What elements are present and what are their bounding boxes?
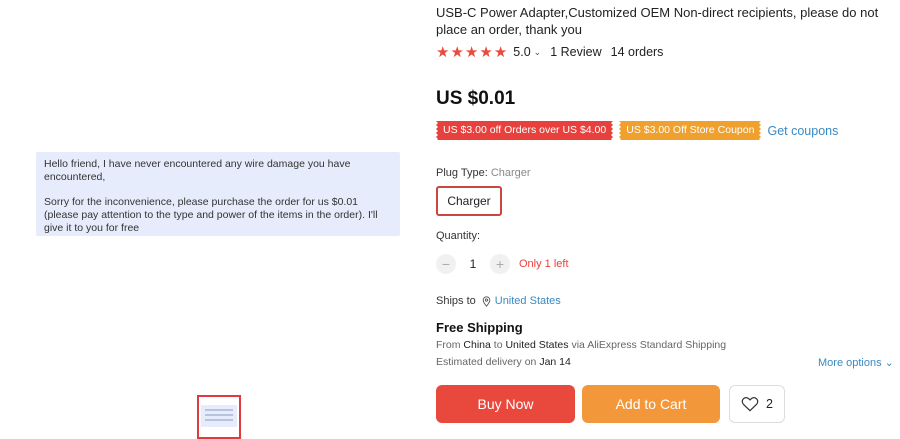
thumbnail-line	[205, 419, 233, 421]
stock-warning: Only 1 left	[519, 258, 569, 270]
increase-quantity-button[interactable]: +	[490, 254, 510, 274]
wishlist-button[interactable]: 2	[729, 385, 785, 423]
thumbnail-line	[205, 409, 233, 411]
rating-value[interactable]: 5.0	[513, 45, 530, 59]
product-image-message: Hello friend, I have never encountered a…	[36, 152, 400, 236]
orders-count: 14 orders	[610, 45, 664, 59]
more-options-link[interactable]: More options ⌄	[818, 356, 894, 369]
reviews-link[interactable]: 1 Review	[550, 45, 601, 59]
chevron-down-icon: ⌄	[884, 357, 894, 369]
coupon-orders[interactable]: US $3.00 off Orders over US $4.00	[436, 121, 614, 140]
chevron-down-icon[interactable]: ⌄	[534, 47, 542, 58]
thumbnail-preview	[201, 405, 237, 427]
plug-type-title: Plug Type:	[436, 167, 488, 179]
estimated-delivery: Estimated delivery on Jan 14	[436, 356, 571, 368]
more-options-label: More options	[818, 357, 882, 369]
product-thumbnail[interactable]	[197, 395, 241, 439]
rating-row: ★ ★ ★ ★ ★ 5.0 ⌄ 1 Review 14 orders	[436, 44, 663, 60]
message-line-2: Sorry for the inconvenience, please purc…	[44, 196, 378, 234]
plug-type-selected: Charger	[490, 167, 531, 179]
from-country: China	[463, 339, 491, 351]
coupon-row: US $3.00 off Orders over US $4.00 US $3.…	[436, 121, 838, 140]
wishlist-count: 2	[766, 397, 773, 411]
quantity-label: Quantity:	[436, 230, 481, 242]
star-icon: ★	[450, 43, 464, 61]
shipping-route: From China to United States via AliExpre…	[436, 339, 726, 351]
product-price: US $0.01	[436, 88, 516, 109]
estimated-delivery-label: Estimated delivery on	[436, 356, 537, 368]
quantity-stepper: − 1 + Only 1 left	[436, 254, 569, 274]
plug-option-charger[interactable]: Charger	[436, 186, 502, 216]
from-label: From	[436, 339, 461, 351]
message-line-1: Hello friend, I have never encountered a…	[44, 158, 351, 183]
free-shipping-label: Free Shipping	[436, 320, 523, 335]
plug-type-label: Plug Type: Charger	[436, 167, 531, 179]
product-title: USB-C Power Adapter,Customized OEM Non-d…	[436, 5, 879, 37]
rating-stars: ★ ★ ★ ★ ★	[436, 45, 507, 60]
star-icon: ★	[493, 43, 508, 61]
star-icon: ★	[464, 43, 479, 61]
estimated-delivery-date: Jan 14	[539, 356, 571, 368]
location-pin-icon	[482, 295, 491, 307]
product-info-panel: USB-C Power Adapter,Customized OEM Non-d…	[436, 0, 900, 434]
ships-to-country[interactable]: United States	[495, 295, 561, 307]
coupon-store[interactable]: US $3.00 Off Store Coupon	[619, 121, 762, 140]
decrease-quantity-button[interactable]: −	[436, 254, 456, 274]
ships-to-label: Ships to	[436, 295, 476, 307]
get-coupons-link[interactable]: Get coupons	[767, 124, 838, 138]
star-icon: ★	[479, 43, 493, 61]
to-country: United States	[505, 339, 569, 351]
heart-icon	[741, 397, 759, 412]
thumbnail-line	[205, 414, 233, 416]
buy-now-button[interactable]: Buy Now	[436, 385, 575, 423]
quantity-value[interactable]: 1	[456, 257, 490, 271]
shipping-method: via AliExpress Standard Shipping	[571, 339, 727, 351]
star-icon: ★	[436, 43, 450, 61]
add-to-cart-button[interactable]: Add to Cart	[582, 385, 720, 423]
ships-to-row: Ships to United States	[436, 295, 561, 307]
to-label: to	[493, 339, 503, 351]
